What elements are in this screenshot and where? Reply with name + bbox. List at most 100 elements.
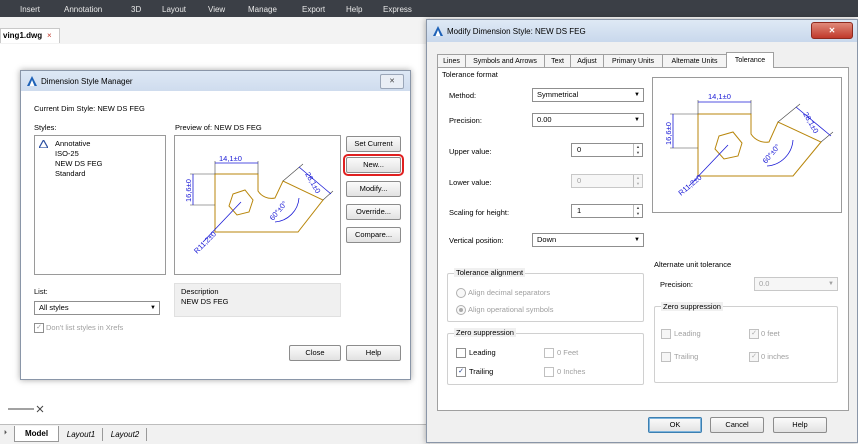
style-item[interactable]: Annotative xyxy=(55,139,90,148)
vertical-position-dropdown[interactable]: Down ▼ xyxy=(532,233,644,247)
document-tab[interactable]: ving1.dwg × xyxy=(0,28,60,43)
mds-title: Modify Dimension Style: NEW DS FEG xyxy=(447,27,586,36)
align-decimal-label: Align decimal separators xyxy=(468,288,551,297)
precision-dropdown[interactable]: 0.00 ▼ xyxy=(532,113,644,127)
method-dropdown[interactable]: Symmetrical ▼ xyxy=(532,88,644,102)
dsm-title: Dimension Style Manager xyxy=(41,77,133,86)
zero-suppression-label: Zero suppression xyxy=(454,328,516,337)
upper-value: 0 xyxy=(577,145,582,154)
list-dropdown[interactable]: All styles ▼ xyxy=(34,301,160,315)
spinner-arrows-icon[interactable]: ▲ ▼ xyxy=(633,144,642,156)
zero-suppression-group: Zero suppression Leading 0 Feet ✓ Traili… xyxy=(447,328,644,385)
tab-adjust[interactable]: Adjust xyxy=(570,54,604,68)
alt-inches-checkbox[interactable]: ✓ xyxy=(749,352,759,362)
vertical-position-label: Vertical position: xyxy=(449,236,504,245)
ribbon-tab-layout[interactable]: Layout xyxy=(162,5,186,14)
override-button[interactable]: Override... xyxy=(346,204,401,220)
new-button[interactable]: New... xyxy=(343,154,404,176)
autocad-logo-icon xyxy=(27,76,37,86)
alt-leading-label: Leading xyxy=(674,329,701,338)
annotative-icon xyxy=(39,140,48,148)
trailing-label: Trailing xyxy=(469,367,494,376)
document-tab-close-icon[interactable]: × xyxy=(47,31,52,40)
layout-tab-bar: ⏵ Model Layout1 Layout2 xyxy=(0,424,430,444)
spinner-arrows-icon[interactable]: ▲ ▼ xyxy=(633,175,642,187)
mds-help-button[interactable]: Help xyxy=(773,417,827,433)
zero-feet-label: 0 Feet xyxy=(557,348,579,357)
model-tab[interactable]: Model xyxy=(14,426,59,442)
styles-list[interactable]: Annotative ISO-25 NEW DS FEG Standard xyxy=(34,135,166,275)
zero-inches-label: 0 Inches xyxy=(557,367,586,376)
ribbon-menu-bar: Insert Annotation 3D Layout View Manage … xyxy=(0,0,858,17)
tab-text[interactable]: Text xyxy=(544,54,571,68)
ok-button[interactable]: OK xyxy=(648,417,702,433)
style-item[interactable]: Standard xyxy=(55,169,85,178)
align-decimal-radio[interactable] xyxy=(456,288,466,298)
tab-tolerance[interactable]: Tolerance xyxy=(726,52,774,68)
lower-value-input[interactable]: 0 ▲ ▼ xyxy=(571,174,643,188)
dsm-body: Current Dim Style: NEW DS FEG Styles: An… xyxy=(21,91,410,379)
alt-trailing-label: Trailing xyxy=(674,352,699,361)
preview-dim-left: 16,6±0 xyxy=(184,179,193,202)
layout1-tab[interactable]: Layout1 xyxy=(60,428,103,441)
ribbon-tab-view[interactable]: View xyxy=(208,5,225,14)
scaling-input[interactable]: 1 ▲ ▼ xyxy=(571,204,643,218)
style-item[interactable]: ISO-25 xyxy=(55,149,79,158)
spinner-arrows-icon[interactable]: ▲ ▼ xyxy=(633,205,642,217)
close-button[interactable]: Close xyxy=(289,345,341,361)
ribbon-tab-manage[interactable]: Manage xyxy=(248,5,277,14)
tab-scroll-icon[interactable]: ⏵ xyxy=(4,430,7,437)
description-value: NEW DS FEG xyxy=(181,297,229,306)
alt-feet-checkbox[interactable]: ✓ xyxy=(749,329,759,339)
vertical-position-value: Down xyxy=(537,235,557,244)
leading-checkbox[interactable] xyxy=(456,348,466,358)
leading-label: Leading xyxy=(469,348,496,357)
upper-value-input[interactable]: 0 ▲ ▼ xyxy=(571,143,643,157)
preview-dim-radius: R11,2±0 xyxy=(677,173,704,198)
upper-value-label: Upper value: xyxy=(449,147,492,156)
preview-dim-top: 14,1±0 xyxy=(708,92,731,101)
ucs-axis-icon xyxy=(8,405,44,413)
tolerance-tab-panel: Tolerance format Method: Symmetrical ▼ P… xyxy=(437,67,849,411)
compare-button[interactable]: Compare... xyxy=(346,227,401,243)
set-current-button[interactable]: Set Current xyxy=(346,136,401,152)
ribbon-tab-annotation[interactable]: Annotation xyxy=(64,5,102,14)
dsm-title-bar[interactable]: Dimension Style Manager ✕ xyxy=(21,71,410,91)
tab-lines[interactable]: Lines xyxy=(437,54,466,68)
chevron-down-icon: ▼ xyxy=(150,305,156,311)
cancel-button[interactable]: Cancel xyxy=(710,417,764,433)
zero-inches-checkbox[interactable] xyxy=(544,367,554,377)
ribbon-tab-3d[interactable]: 3D xyxy=(131,5,141,14)
dsm-preview-pane: 14,1±0 16,6±0 28,1±0 60°±0° R11,2±0 xyxy=(174,135,341,275)
dimension-preview-drawing: 14,1±0 16,6±0 28,1±0 60°±0° R11,2±0 xyxy=(184,154,334,255)
mds-title-bar[interactable]: Modify Dimension Style: NEW DS FEG ✕ xyxy=(427,20,857,42)
xrefs-checkbox[interactable]: ✓ xyxy=(34,323,44,333)
alt-precision-dropdown[interactable]: 0.0 ▼ xyxy=(754,277,838,291)
preview-dim-right: 28,1±0 xyxy=(801,111,820,135)
style-item-selected[interactable]: NEW DS FEG xyxy=(55,159,103,168)
method-label: Method: xyxy=(449,91,477,100)
tab-symbols-arrows[interactable]: Symbols and Arrows xyxy=(465,54,545,68)
list-dropdown-value: All styles xyxy=(39,303,69,312)
align-operational-radio[interactable] xyxy=(456,305,466,315)
alt-inches-label: 0 inches xyxy=(761,352,789,361)
dsm-help-button[interactable]: Help xyxy=(346,345,401,361)
trailing-checkbox[interactable]: ✓ xyxy=(456,367,466,377)
tolerance-alignment-group: Tolerance alignment Align decimal separa… xyxy=(447,268,644,322)
tab-alternate-units[interactable]: Alternate Units xyxy=(662,54,727,68)
mds-close-button[interactable]: ✕ xyxy=(811,22,853,39)
alternate-unit-tolerance-label: Alternate unit tolerance xyxy=(654,260,732,269)
ribbon-tab-express[interactable]: Express xyxy=(383,5,412,14)
zero-feet-checkbox[interactable] xyxy=(544,348,554,358)
ribbon-tab-insert[interactable]: Insert xyxy=(20,5,40,14)
modify-button[interactable]: Modify... xyxy=(346,181,401,197)
alt-leading-checkbox[interactable] xyxy=(661,329,671,339)
tab-primary-units[interactable]: Primary Units xyxy=(603,54,663,68)
alt-trailing-checkbox[interactable] xyxy=(661,352,671,362)
ribbon-tab-help[interactable]: Help xyxy=(346,5,362,14)
dsm-close-button[interactable]: ✕ xyxy=(380,74,404,89)
layout2-tab[interactable]: Layout2 xyxy=(104,428,147,441)
preview-dim-top: 14,1±0 xyxy=(219,154,242,163)
chevron-down-icon: ▼ xyxy=(634,117,640,123)
ribbon-tab-export[interactable]: Export xyxy=(302,5,325,14)
